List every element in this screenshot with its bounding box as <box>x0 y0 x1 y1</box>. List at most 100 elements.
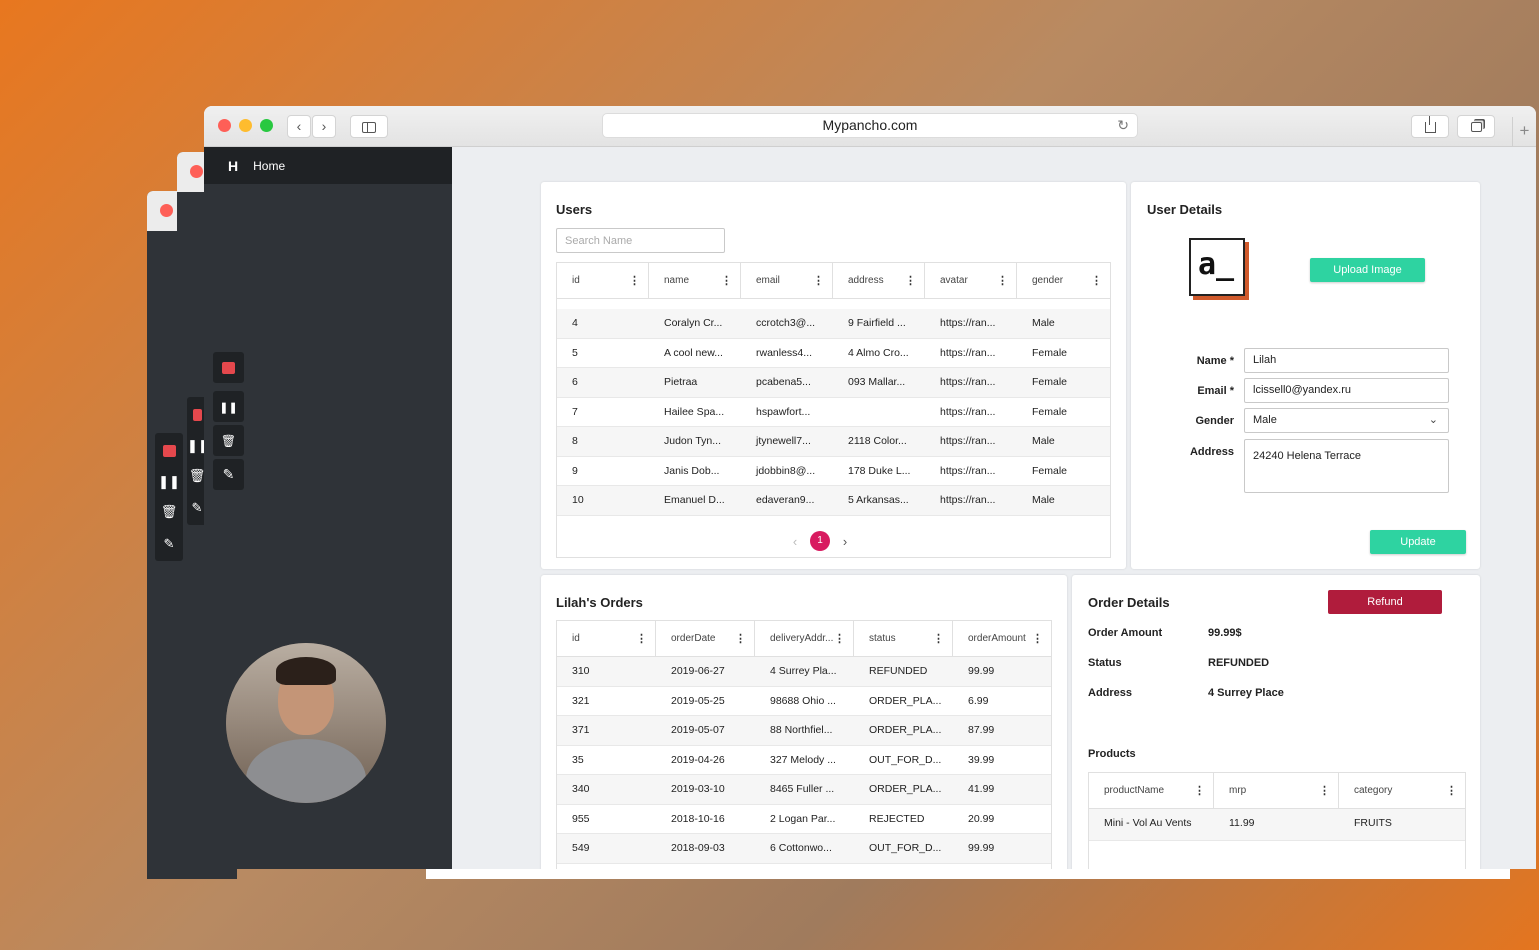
column-menu-icon[interactable]: ⋮ <box>905 263 916 299</box>
table-cell: 549 <box>572 842 590 854</box>
sidebar-item-home[interactable]: Home <box>253 159 285 173</box>
gender-select[interactable]: Male ⌄ <box>1244 408 1449 433</box>
order-row[interactable]: 371 2019-05-07 88 Northfiel... ORDER_PLA...… <box>557 716 1051 746</box>
column-menu-icon[interactable]: ⋮ <box>721 263 732 299</box>
users-column-header[interactable]: email ⋮ <box>741 263 833 298</box>
next-page-button[interactable]: › <box>830 534 860 549</box>
products-column-header[interactable]: productName ⋮ <box>1089 773 1214 808</box>
table-cell: https://ran... <box>940 435 996 447</box>
app-logo[interactable]: H <box>228 158 238 174</box>
zoom-window-button[interactable] <box>260 119 273 132</box>
tabs-overview-icon <box>1470 122 1482 133</box>
gender-select-value: Male <box>1253 414 1277 426</box>
column-header-label: orderAmount <box>968 633 1026 644</box>
webcam-bubble[interactable] <box>226 643 386 803</box>
upload-image-button[interactable]: Upload Image <box>1310 258 1425 282</box>
order-details-panel: Order Details Refund Order Amount 99.99$… <box>1072 575 1480 869</box>
order-amount-label: Order Amount <box>1088 627 1163 639</box>
reload-icon[interactable]: ↻ <box>1117 114 1129 137</box>
table-cell: 87.99 <box>968 724 995 736</box>
column-menu-icon[interactable]: ⋮ <box>933 621 944 657</box>
column-header-label: id <box>572 275 580 286</box>
close-window-button[interactable] <box>218 119 231 132</box>
user-row[interactable]: 10 Emanuel D... edaveran9... 5 Arkansas... h… <box>557 486 1110 516</box>
draw-button[interactable]: ✎ <box>213 459 244 490</box>
table-cell: 340 <box>572 783 590 795</box>
user-details-panel: User Details a_ Upload Image Name * Lila… <box>1131 182 1480 569</box>
column-header-label: name <box>664 275 690 286</box>
table-cell: 2118 Color... <box>848 435 907 447</box>
back-button[interactable]: ‹ <box>287 115 311 138</box>
column-menu-icon[interactable]: ⋮ <box>834 621 845 657</box>
prev-page-button[interactable]: ‹ <box>780 534 810 549</box>
column-menu-icon[interactable]: ⋮ <box>1194 773 1205 809</box>
order-row[interactable]: 35 2019-04-26 327 Melody ... OUT_FOR_D... 39… <box>557 746 1051 775</box>
column-menu-icon[interactable]: ⋮ <box>735 621 746 657</box>
table-cell: Female <box>1032 376 1068 388</box>
table-cell: 99.99 <box>968 842 995 854</box>
users-column-header[interactable]: name ⋮ <box>649 263 741 298</box>
users-table: id ⋮ name ⋮ email ⋮ address ⋮ avatar ⋮ gender ⋮ 4 Co… <box>556 262 1111 558</box>
user-row[interactable]: 8 Judon Tyn... jtynewell7... 2118 Color... h… <box>557 427 1110 457</box>
email-field[interactable]: lcissell0@yandex.ru <box>1244 378 1449 403</box>
column-menu-icon[interactable]: ⋮ <box>997 263 1008 299</box>
orders-column-header[interactable]: orderAmount ⋮ <box>953 621 1051 656</box>
order-row[interactable]: 549 2018-09-03 6 Cottonwo... OUT_FOR_D... 99… <box>557 834 1051 864</box>
user-avatar: a_ <box>1189 238 1245 296</box>
products-column-header[interactable]: mrp ⋮ <box>1214 773 1339 808</box>
table-cell: ORDER_PLA... <box>869 724 942 736</box>
new-tab-button[interactable]: + <box>1512 117 1536 147</box>
column-menu-icon[interactable]: ⋮ <box>813 263 824 299</box>
column-menu-icon[interactable]: ⋮ <box>636 621 647 657</box>
sidebar-toggle-button[interactable] <box>350 115 388 138</box>
orders-column-header[interactable]: id ⋮ <box>557 621 656 656</box>
users-column-header[interactable]: id ⋮ <box>557 263 649 298</box>
email-label: Email * <box>1197 385 1234 397</box>
products-table-header: productName ⋮ mrp ⋮ category ⋮ <box>1089 773 1465 809</box>
column-menu-icon[interactable]: ⋮ <box>1091 263 1102 299</box>
record-button[interactable] <box>213 352 244 383</box>
page-1-button[interactable]: 1 <box>810 531 830 551</box>
update-button[interactable]: Update <box>1370 530 1466 554</box>
search-name-input[interactable] <box>556 228 725 253</box>
order-address-label: Address <box>1088 687 1133 699</box>
order-row[interactable]: 340 2019-03-10 8465 Fuller ... ORDER_PLA...… <box>557 775 1051 805</box>
address-bar[interactable]: Mypancho.com ↻ <box>602 113 1138 138</box>
users-table-header: id ⋮ name ⋮ email ⋮ address ⋮ avatar ⋮ gender ⋮ <box>557 263 1110 299</box>
order-row[interactable]: 310 2019-06-27 4 Surrey Pla... REFUNDED 99.9… <box>557 657 1051 687</box>
share-button[interactable] <box>1411 115 1449 138</box>
orders-column-header[interactable]: orderDate ⋮ <box>656 621 755 656</box>
product-row[interactable]: Mini - Vol Au Vents 11.99 FRUITS <box>1089 809 1465 841</box>
refund-button[interactable]: Refund <box>1328 590 1442 614</box>
order-row[interactable]: 955 2018-10-16 2 Logan Par... REJECTED 20.99 <box>557 805 1051 834</box>
minimize-window-button[interactable] <box>239 119 252 132</box>
order-row[interactable]: 321 2019-05-25 98688 Ohio ... ORDER_PLA... 6… <box>557 687 1051 716</box>
column-header-label: id <box>572 633 580 644</box>
column-menu-icon[interactable]: ⋮ <box>1032 621 1043 657</box>
forward-button[interactable]: › <box>312 115 336 138</box>
user-row[interactable]: 4 Coralyn Cr... ccrotch3@... 9 Fairfield ..… <box>557 309 1110 339</box>
column-menu-icon[interactable]: ⋮ <box>629 263 640 299</box>
name-field[interactable]: Lilah <box>1244 348 1449 373</box>
column-menu-icon[interactable]: ⋮ <box>1319 773 1330 809</box>
address-textarea[interactable]: 24240 Helena Terrace <box>1244 439 1449 493</box>
pause-button[interactable]: ❚❚ <box>213 391 244 422</box>
orders-column-header[interactable]: deliveryAddr... ⋮ <box>755 621 854 656</box>
background-toolbar-back: ❚❚ 🗑 ✎ <box>155 433 183 561</box>
column-menu-icon[interactable]: ⋮ <box>1446 773 1457 809</box>
users-column-header[interactable]: address ⋮ <box>833 263 925 298</box>
users-column-header[interactable]: avatar ⋮ <box>925 263 1017 298</box>
user-row[interactable]: 6 Pietraa pcabena5... 093 Mallar... https://… <box>557 368 1110 398</box>
table-cell: OUT_FOR_D... <box>869 753 942 766</box>
sidebar-toggle-icon <box>362 121 376 133</box>
tabs-overview-button[interactable] <box>1457 115 1495 138</box>
delete-recording-button[interactable]: 🗑 <box>213 425 244 456</box>
table-cell: Female <box>1032 346 1068 359</box>
users-column-header[interactable]: gender ⋮ <box>1017 263 1110 298</box>
user-row[interactable]: 7 Hailee Spa... hspawfort... https://ran...… <box>557 398 1110 427</box>
users-pagination: ‹ 1 › <box>780 531 860 551</box>
products-column-header[interactable]: category ⋮ <box>1339 773 1465 808</box>
user-row[interactable]: 5 A cool new... rwanless4... 4 Almo Cro... h… <box>557 339 1110 368</box>
user-row[interactable]: 9 Janis Dob... jdobbin8@... 178 Duke L... ht… <box>557 457 1110 486</box>
orders-column-header[interactable]: status ⋮ <box>854 621 953 656</box>
